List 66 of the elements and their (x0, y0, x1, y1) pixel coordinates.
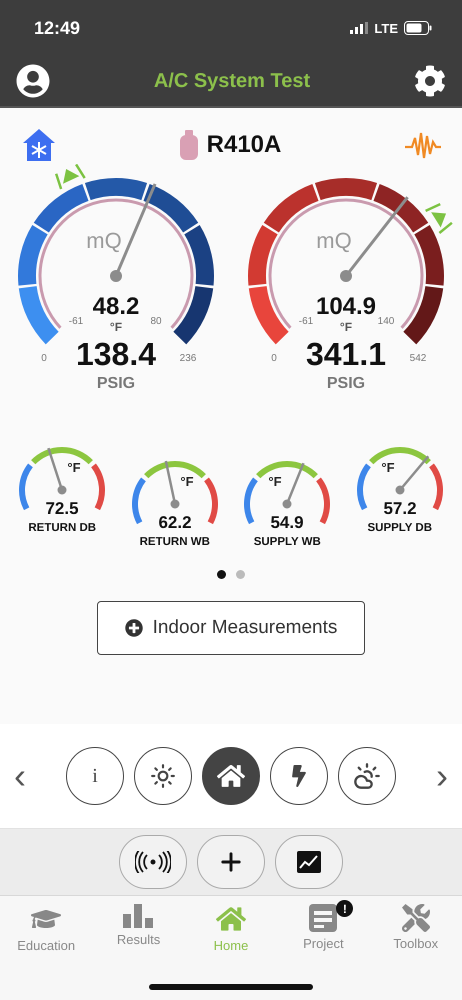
chart-button[interactable] (275, 835, 343, 889)
add-button[interactable] (197, 835, 265, 889)
wireless-button[interactable] (119, 835, 187, 889)
temperature-unit: °F (68, 460, 81, 475)
scale-label: -61 (68, 316, 84, 327)
waveform-icon (404, 130, 442, 160)
notification-badge: ! (336, 900, 354, 917)
temperature-value: 62.2 (158, 513, 192, 532)
gauge-needle (395, 456, 429, 494)
gauge-needle (164, 460, 180, 508)
gauge-label: RETURN DB (28, 522, 96, 534)
tools-icon (402, 904, 430, 932)
broadcast-icon (135, 851, 171, 873)
scale-label: -61 (298, 316, 314, 327)
battery-icon (404, 21, 432, 35)
previous-arrow[interactable]: ‹ (14, 758, 26, 794)
network-label: LTE (374, 20, 398, 36)
target-marker-icon (424, 202, 454, 234)
refrigerant-name: R410A (206, 131, 282, 159)
temperature-unit: °F (381, 460, 394, 475)
gauge-label: SUPPLY WB (254, 536, 321, 548)
house-icon (217, 762, 245, 790)
pressure-unit: PSIG (96, 375, 136, 392)
logo-text: mQ (86, 228, 122, 253)
page-dot[interactable] (236, 570, 245, 579)
temperature-unit: °F (268, 474, 282, 489)
target-marker-icon (54, 164, 86, 190)
temperature-value: 72.5 (46, 499, 79, 518)
pressure-value: 138.4 (76, 336, 156, 372)
logo-text: mQ (316, 228, 352, 253)
pressure-value: 341.1 (306, 336, 386, 372)
house-snowflake-icon (22, 128, 56, 162)
next-arrow[interactable]: › (436, 758, 448, 794)
screen-title: A/C System Test (154, 70, 310, 92)
gauge-needle (282, 462, 305, 508)
scale-label: 0 (271, 353, 277, 364)
cloud-sun-icon (353, 762, 381, 790)
line-chart-icon (297, 851, 321, 873)
status-time: 12:49 (34, 18, 82, 38)
pressure-unit: PSIG (326, 375, 366, 392)
temperature-unit: °F (110, 320, 122, 334)
temperature-unit: °F (180, 474, 194, 489)
indoor-measurements-button[interactable]: Indoor Measurements (97, 601, 365, 655)
temperature-value: 54.9 (270, 513, 304, 532)
document-icon (309, 904, 338, 932)
info-button[interactable]: i (66, 747, 124, 805)
page-dot[interactable] (217, 570, 226, 579)
temperature-value: 57.2 (383, 499, 416, 518)
scale-label: 80 (150, 316, 162, 327)
temperature-unit: °F (340, 320, 352, 334)
gauge-label: SUPPLY DB (367, 522, 432, 534)
temperature-value: 48.2 (92, 293, 140, 320)
signal-icon (350, 22, 368, 34)
info-text: i (92, 764, 98, 788)
settings-icon[interactable] (414, 65, 446, 97)
scale-label: 236 (180, 353, 196, 364)
scale-label: 542 (410, 353, 426, 364)
profile-icon[interactable] (16, 64, 50, 98)
scale-label: 140 (378, 316, 394, 327)
gauge-needle (47, 448, 67, 494)
bar-chart-icon (122, 904, 155, 928)
temperature-value: 104.9 (316, 293, 376, 320)
scale-label: 0 (41, 353, 47, 364)
gauge-label: RETURN WB (140, 536, 210, 548)
sun-icon (150, 763, 176, 789)
gas-cylinder-icon (178, 130, 199, 160)
